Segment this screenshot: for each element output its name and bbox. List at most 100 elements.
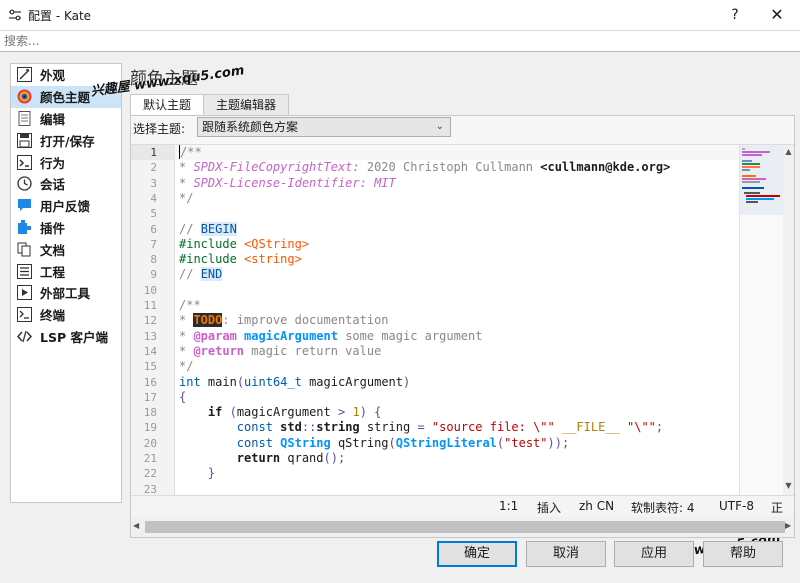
code-line: * SPDX-License-Identifier: MIT [179,175,396,190]
help-button[interactable]: 帮助 [703,541,783,567]
sidebar-item-label: 外观 [40,68,66,84]
line-number: 19 [143,421,157,435]
code-text: /** * SPDX-FileCopyrightText: 2020 Chris… [179,145,739,495]
code-line: int main(uint64_t magicArgument) [179,374,411,389]
apply-button[interactable]: 应用 [614,541,694,567]
close-window-button[interactable]: ✕ [758,0,796,30]
search-input[interactable] [0,31,800,51]
search-bar [0,30,800,52]
scroll-down-icon[interactable]: ▼ [783,481,794,490]
settings-sidebar: 外观 颜色主题 编辑 打开/保存 行为 会话 用户反馈 插件 文档 工程 外部工… [10,63,122,503]
session-clock-icon [17,176,32,192]
theme-panel: 选择主题: 跟随系统颜色方案 ⌄ 1 2 3 4 5 6 7 8 9 10 11 12 13 14 15 16… [130,115,795,538]
line-number: 2 [150,161,157,175]
line-number: 6 [150,222,157,236]
terminal-icon [17,307,32,323]
tab-theme-editor[interactable]: 主题编辑器 [203,94,290,116]
horizontal-scrollbar[interactable]: ◀ ▶ [131,517,794,537]
theme-tabs: 默认主题 主题编辑器 [130,94,290,116]
line-number: 21 [143,452,157,465]
code-line: #include <QString> [179,236,310,251]
behavior-icon [17,154,32,170]
language-indicator[interactable]: zh CN [579,499,614,513]
code-line: * @param magicArgument some magic argume… [179,328,483,343]
line-number-gutter: 1 2 3 4 5 6 7 8 9 10 11 12 13 14 15 16 17 18 19 20 21 22 23 [131,145,175,496]
code-line: * @return magic return value [179,343,382,358]
code-line: // BEGIN [179,221,237,236]
input-mode[interactable]: 插入 [537,499,561,516]
scroll-right-icon[interactable]: ▶ [785,521,791,530]
code-line: const QString qString(QStringLiteral("te… [236,435,570,450]
appearance-icon [17,67,32,83]
vertical-scrollbar[interactable]: ▲ ▼ [783,145,794,495]
lsp-icon [17,330,32,343]
indent-indicator[interactable]: 软制表符: 4 [631,499,695,516]
feedback-icon [18,199,31,212]
line-number: 13 [143,329,157,343]
theme-select-label: 选择主题: [133,122,186,136]
sidebar-item-lsp-client[interactable]: LSP 客户端 [11,326,121,348]
sidebar-item-label: 颜色主题 [40,90,91,106]
code-line: const std::string string = "source file:… [236,420,664,435]
settings-sliders-icon [9,9,21,21]
sidebar-item-session[interactable]: 会话 [11,173,121,195]
window-title: 配置 - Kate [28,9,92,23]
code-line: */ [179,359,194,374]
sidebar-item-label: 文档 [40,242,66,258]
sidebar-item-terminal[interactable]: 终端 [11,304,121,326]
cancel-button[interactable]: 取消 [526,541,606,567]
code-line: #include <string> [179,252,302,267]
code-line: { [179,389,187,404]
line-number: 9 [150,268,157,282]
scroll-up-icon[interactable]: ▲ [783,147,794,156]
tab-default-theme[interactable]: 默认主题 [130,94,205,116]
line-number: 12 [143,314,157,328]
sidebar-item-label: 编辑 [40,111,66,127]
sidebar-item-plugins[interactable]: 插件 [11,217,121,239]
code-line: /** [179,298,201,312]
external-tools-icon [17,285,32,301]
sidebar-item-documents[interactable]: 文档 [11,238,121,260]
sidebar-item-behavior[interactable]: 行为 [11,151,121,173]
code-preview[interactable]: 1 2 3 4 5 6 7 8 9 10 11 12 13 14 15 16 17 18 19 20 21 22 23 /*… [131,144,794,496]
save-icon [17,132,32,148]
line-number: 7 [150,237,157,251]
sidebar-item-open-save[interactable]: 打开/保存 [11,129,121,151]
sidebar-item-label: 行为 [40,155,66,171]
sidebar-item-external-tools[interactable]: 外部工具 [11,282,121,304]
code-line: * TODO: improve documentation [179,313,389,328]
theme-select[interactable]: 跟随系统颜色方案 ⌄ [197,117,451,137]
extra-indicator[interactable]: 正 [771,499,783,516]
line-number: 17 [143,390,157,404]
edit-icon [18,110,31,126]
line-number: 3 [150,176,157,190]
help-title-button[interactable]: ? [716,0,754,30]
sidebar-item-user-feedback[interactable]: 用户反馈 [11,195,121,217]
sidebar-item-label: 外部工具 [40,286,91,302]
sidebar-item-label: 工程 [40,264,66,280]
project-icon [17,263,32,279]
sidebar-item-label: 打开/保存 [40,133,95,149]
line-number: 22 [143,467,157,481]
ok-button[interactable]: 确定 [437,541,517,567]
scroll-left-icon[interactable]: ◀ [133,521,139,530]
line-number: 14 [143,344,157,358]
sidebar-item-edit[interactable]: 编辑 [11,108,121,130]
line-number: 16 [143,375,157,389]
horizontal-scroll-thumb[interactable] [145,521,785,533]
sidebar-item-label: 用户反馈 [40,199,91,215]
cursor-position[interactable]: 1:1 [499,499,518,513]
chevron-down-icon: ⌄ [435,121,444,132]
plugin-icon [18,219,31,234]
sidebar-item-label: 会话 [40,177,66,193]
encoding-indicator[interactable]: UTF-8 [719,499,754,513]
minimap[interactable] [739,145,784,495]
code-line: */ [179,190,194,205]
sidebar-item-project[interactable]: 工程 [11,260,121,282]
line-number: 11 [143,299,157,312]
sidebar-item-label: 插件 [40,220,66,236]
line-number: 8 [150,253,157,267]
minimap-preview [740,145,784,215]
